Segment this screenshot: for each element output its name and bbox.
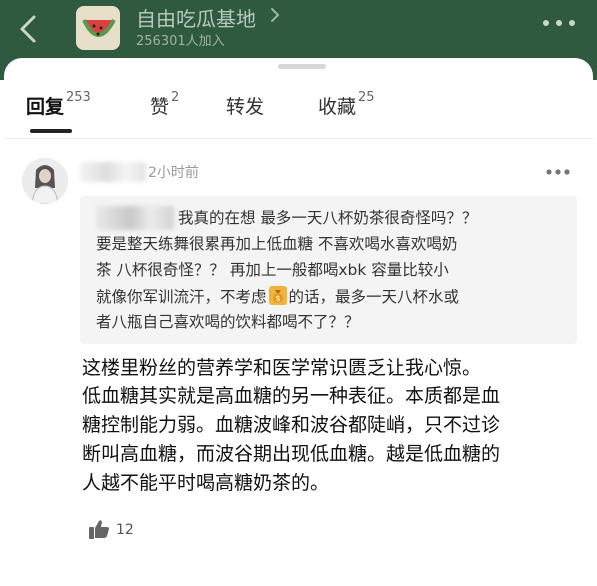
tab-count: 25 — [358, 90, 375, 105]
quoted-reply[interactable]: 我真的在想 最多一天八杯奶茶很奇怪吗？？ 要是整天练舞很累再加上低血糖 不喜欢喝… — [80, 196, 577, 344]
user-avatar-icon — [22, 158, 68, 204]
avatar[interactable] — [22, 158, 68, 204]
back-icon[interactable] — [14, 14, 44, 44]
quote-line: 要是整天练舞很累再加上低血糖 不喜欢喝水喜欢喝奶 — [96, 235, 458, 253]
chevron-right-icon[interactable] — [268, 6, 282, 24]
comment-time: 2小时前 — [148, 165, 199, 181]
username-blurred — [80, 162, 146, 182]
svg-text:$: $ — [275, 294, 280, 303]
tab-divider — [4, 138, 593, 139]
more-icon[interactable] — [541, 18, 577, 28]
tab-reposts[interactable]: 转发 — [226, 92, 264, 119]
tab-replies[interactable]: 回复 253 — [26, 90, 91, 119]
comment-line: 这楼里粉丝的营养学和医学常识匮乏让我心惊。 — [82, 357, 482, 379]
tab-likes[interactable]: 赞2 — [150, 90, 180, 119]
comment-line: 人越不能平时喝高糖奶茶的。 — [82, 472, 330, 494]
tab-count: 253 — [66, 90, 91, 105]
thumbs-up-icon[interactable] — [88, 518, 110, 540]
group-logo[interactable] — [76, 6, 120, 50]
group-member-count: 256301人加入 — [136, 34, 225, 49]
tab-label: 转发 — [226, 96, 265, 118]
comment-line: 低血糖其实就是高血糖的另一种表征。本质都是血 — [82, 385, 501, 407]
tab-label: 赞 — [150, 96, 170, 118]
tab-label: 回复 — [26, 96, 65, 118]
comment-sheet: 回复 253 赞2 转发 收藏 25 2小时前 我真的在想 最多一天八杯奶茶很奇怪吗… — [4, 58, 593, 586]
active-tab-indicator — [30, 129, 72, 133]
quote-text: 就像你军训流汗，不考虑 — [96, 288, 267, 306]
more-icon[interactable] — [545, 168, 571, 176]
quoted-username-blurred — [96, 206, 174, 230]
tab-label: 收藏 — [318, 96, 357, 118]
quote-text: 的话，最多一天八杯水或 — [288, 288, 460, 306]
quote-line: 我真的在想 最多一天八杯奶茶很奇怪吗？？ — [178, 209, 478, 227]
watermelon-icon — [76, 6, 120, 50]
quote-line: 茶 八杯很奇怪？？ 再加上一般都喝xbk 容量比较小 — [96, 261, 449, 279]
comment-line: 糖控制能力弱。血糖波峰和波谷都陡峭，只不过诊 — [82, 414, 501, 436]
group-name[interactable]: 自由吃瓜基地 — [136, 3, 256, 32]
tab-favorites[interactable]: 收藏 25 — [318, 90, 375, 119]
tab-count: 2 — [171, 90, 180, 105]
quote-line: 就像你军训流汗，不考虑 $ 的话，最多一天八杯水或 — [96, 286, 459, 307]
quote-line: 者八瓶自己喜欢喝的饮料都喝不了？？ — [96, 313, 360, 331]
like-count: 12 — [116, 522, 134, 538]
money-bag-icon: $ — [268, 286, 287, 305]
comment-line: 断叫高血糖，而波谷期出现低血糖。越是低血糖的 — [82, 443, 501, 465]
tab-bar: 回复 253 赞2 转发 收藏 25 — [4, 58, 593, 138]
